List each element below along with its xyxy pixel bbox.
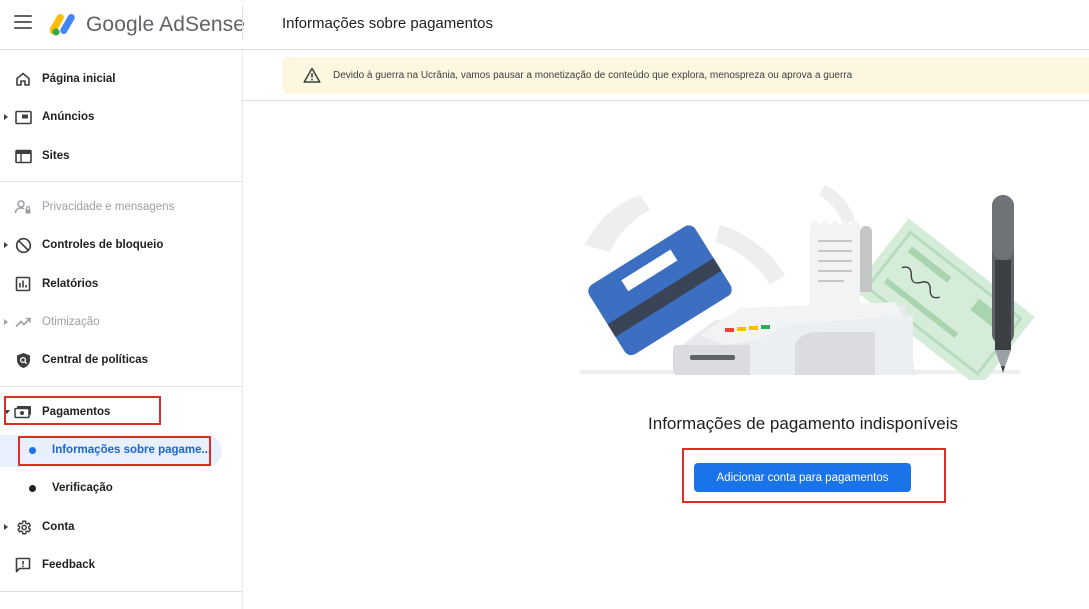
sidebar-item-label: Página inicial — [42, 73, 116, 85]
sidebar-item-label: Controles de bloqueio — [42, 239, 164, 251]
optimization-icon — [14, 313, 32, 331]
sidebar-item-label: Otimização — [42, 316, 100, 328]
page-title: Informações sobre pagamentos — [282, 15, 493, 32]
sidebar-item-label: Anúncios — [42, 111, 95, 123]
sidebar-divider — [0, 181, 243, 182]
sites-icon — [14, 147, 32, 165]
sidebar-item-policy-center[interactable]: Central de políticas — [0, 343, 243, 377]
sidebar-nav: Página inicial Anúncios Sites Privacidad… — [0, 50, 243, 609]
gear-icon — [14, 518, 32, 536]
sidebar-divider — [0, 591, 243, 592]
war-notice-banner: Devido à guerra na Ucrânia, vamos pausar… — [282, 57, 1089, 94]
sidebar-item-reports[interactable]: Relatórios — [0, 267, 243, 301]
content-divider — [243, 100, 1089, 101]
expand-caret-icon[interactable] — [4, 114, 8, 120]
bullet-dot-icon — [29, 446, 36, 454]
hamburger-menu-icon[interactable] — [14, 15, 32, 33]
ads-icon — [14, 108, 32, 126]
payments-icon — [14, 403, 32, 421]
sidebar-subitem-verification[interactable]: Verificação — [0, 471, 243, 505]
expand-caret-icon[interactable] — [4, 319, 8, 325]
privacy-icon — [14, 198, 32, 216]
sidebar-subitem-payment-info[interactable]: Informações sobre pagame... — [0, 433, 243, 467]
sidebar-item-blocking-controls[interactable]: Controles de bloqueio — [0, 228, 243, 262]
sidebar-item-label: Conta — [42, 521, 75, 533]
collapse-caret-icon[interactable] — [4, 410, 10, 414]
sidebar-subitem-label: Verificação — [52, 482, 113, 494]
sidebar-item-label: Feedback — [42, 559, 96, 571]
sidebar-item-sites[interactable]: Sites — [0, 139, 243, 173]
empty-state-title: Informações de pagamento indisponíveis — [648, 414, 958, 433]
expand-caret-icon[interactable] — [4, 524, 8, 530]
sidebar-item-ads[interactable]: Anúncios — [0, 100, 243, 134]
sidebar-item-optimization[interactable]: Otimização — [0, 305, 243, 339]
sidebar-divider — [0, 386, 243, 387]
warning-icon — [303, 67, 321, 83]
bullet-dot-icon — [29, 484, 36, 492]
sidebar-item-feedback[interactable]: Feedback — [0, 548, 243, 582]
sidebar-item-home[interactable]: Página inicial — [0, 62, 243, 96]
payments-illustration — [580, 185, 1035, 380]
add-payment-account-button[interactable]: Adicionar conta para pagamentos — [694, 463, 911, 492]
sidebar-item-label: Privacidade e mensagens — [42, 201, 175, 213]
policy-shield-icon — [14, 351, 32, 369]
brand-name: Google AdSense — [86, 13, 246, 36]
expand-caret-icon[interactable] — [4, 242, 8, 248]
block-icon — [14, 236, 32, 254]
adsense-logo-icon — [50, 14, 75, 36]
sidebar-item-account[interactable]: Conta — [0, 510, 243, 544]
sidebar-item-payments[interactable]: Pagamentos — [0, 395, 243, 429]
sidebar-item-privacy[interactable]: Privacidade e mensagens — [0, 190, 243, 224]
sidebar-subitem-label: Informações sobre pagame... — [52, 444, 212, 456]
sidebar-item-label: Relatórios — [42, 278, 99, 290]
home-icon — [14, 70, 32, 88]
top-app-bar: Google AdSense Informações sobre pagamen… — [0, 0, 1089, 50]
sidebar-item-label: Pagamentos — [42, 406, 111, 418]
banner-text: Devido à guerra na Ucrânia, vamos pausar… — [333, 70, 853, 81]
topbar-divider — [242, 6, 243, 40]
sidebar-item-label: Sites — [42, 150, 70, 162]
reports-icon — [14, 275, 32, 293]
feedback-icon — [14, 556, 32, 574]
sidebar-item-label: Central de políticas — [42, 354, 149, 366]
